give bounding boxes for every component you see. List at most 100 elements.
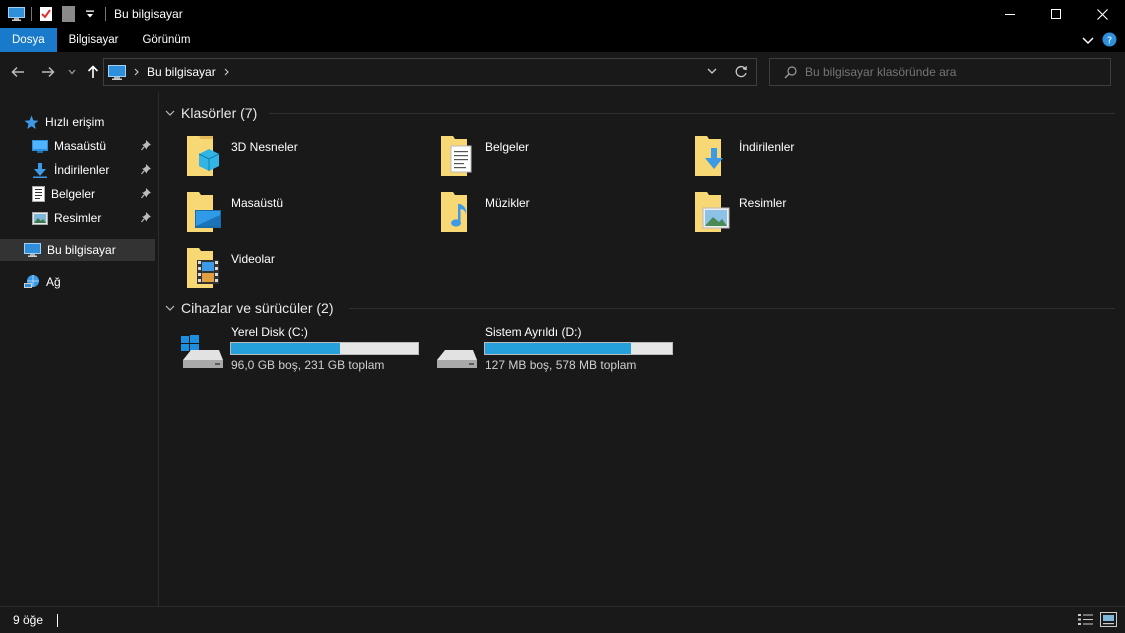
sidebar-item-network[interactable]: Ağ — [24, 271, 61, 293]
sidebar-item-label: Hızlı erişim — [45, 115, 105, 129]
sidebar-item-label: Ağ — [46, 275, 61, 289]
folder-name: Belgeler — [485, 140, 530, 154]
maximize-icon — [1051, 9, 1061, 19]
large-icons-view-button[interactable] — [1100, 612, 1117, 630]
toolbar-separator — [31, 7, 32, 21]
folder-tile[interactable]: 3D Nesneler — [159, 132, 409, 184]
quick-access-toolbar — [0, 0, 111, 28]
sidebar-item-label: Belgeler — [51, 187, 96, 201]
group-title: Klasörler (7) — [181, 105, 258, 121]
back-button[interactable] — [8, 62, 28, 82]
maximize-button[interactable] — [1033, 0, 1079, 28]
content-pane: Klasörler (7) 3D Nesneler Belgeler İndir… — [159, 92, 1125, 606]
expand-ribbon-icon[interactable] — [1082, 34, 1094, 48]
folder-tile[interactable]: Videolar — [159, 244, 409, 296]
3d-objects-folder-icon — [183, 132, 225, 180]
pin-icon[interactable] — [141, 139, 152, 154]
details-view-icon — [1078, 614, 1093, 625]
sidebar-item-desktop[interactable]: Masaüstü — [32, 135, 158, 157]
folder-name: Masaüstü — [231, 196, 284, 210]
pictures-icon — [32, 211, 48, 225]
folder-tile[interactable]: Masaüstü — [159, 188, 409, 240]
sidebar-item-pictures[interactable]: Resimler — [32, 207, 158, 229]
chevron-down-icon — [68, 69, 76, 75]
documents-folder-icon — [437, 132, 479, 180]
drive-usage-fill — [231, 343, 341, 354]
group-title: Cihazlar ve sürücüler (2) — [181, 300, 334, 316]
sidebar-item-label: Bu bilgisayar — [47, 243, 116, 257]
group-header-drives[interactable]: Cihazlar ve sürücüler (2) — [159, 297, 1125, 319]
tab-file[interactable]: Dosya — [0, 28, 57, 52]
properties-icon[interactable] — [37, 5, 55, 23]
address-bar[interactable]: Bu bilgisayar — [103, 58, 757, 86]
tab-view[interactable]: Görünüm — [130, 28, 202, 52]
folder-name: Videolar — [231, 252, 275, 266]
sidebar-item-this-pc[interactable]: Bu bilgisayar — [0, 239, 155, 261]
computer-icon — [108, 64, 126, 80]
address-history-dropdown[interactable] — [707, 68, 717, 75]
folder-name: Müzikler — [485, 196, 530, 210]
drive-tile[interactable]: Sistem Ayrıldı (D:) 127 MB boş, 578 MB t… — [413, 325, 673, 375]
close-button[interactable] — [1079, 0, 1125, 28]
drive-name: Yerel Disk (C:) — [231, 325, 308, 339]
drive-usage-fill — [485, 343, 631, 354]
status-separator — [57, 613, 59, 627]
tab-computer[interactable]: Bilgisayar — [57, 28, 131, 52]
breadcrumb-chevron-icon[interactable] — [134, 68, 139, 76]
refresh-button[interactable] — [735, 65, 748, 78]
details-view-button[interactable] — [1077, 612, 1094, 630]
sidebar-item-downloads[interactable]: İndirilenler — [32, 159, 158, 181]
navigation-bar: Bu bilgisayar — [0, 52, 1125, 92]
breadcrumb-chevron-icon[interactable] — [224, 68, 229, 76]
pin-icon[interactable] — [141, 211, 152, 226]
recent-locations-button[interactable] — [62, 62, 82, 82]
drive-space-info: 127 MB boş, 578 MB toplam — [485, 358, 637, 372]
forward-arrow-icon — [42, 66, 55, 78]
back-arrow-icon — [11, 66, 24, 78]
minimize-icon — [1005, 14, 1015, 15]
title-bar: Bu bilgisayar — [0, 0, 1125, 28]
downloads-folder-icon — [691, 132, 733, 180]
folder-tile[interactable]: Müzikler — [413, 188, 663, 240]
music-folder-icon — [437, 188, 479, 236]
status-bar: 9 öğe — [0, 606, 1125, 633]
group-header-folders[interactable]: Klasörler (7) — [159, 102, 1125, 124]
download-icon — [32, 162, 48, 178]
customize-toolbar-icon[interactable] — [81, 5, 99, 23]
computer-icon — [24, 243, 41, 257]
sidebar-item-quick-access[interactable]: Hızlı erişim — [24, 111, 104, 133]
new-folder-icon[interactable] — [59, 5, 77, 23]
forward-button[interactable] — [38, 62, 58, 82]
chevron-down-icon — [707, 68, 717, 74]
folder-tile[interactable]: Resimler — [667, 188, 917, 240]
navigation-pane: Hızlı erişim Masaüstü İndirilenler Belge… — [0, 92, 158, 606]
search-input[interactable] — [805, 65, 1105, 79]
sidebar-item-documents[interactable]: Belgeler — [32, 183, 158, 205]
drive-tile[interactable]: Yerel Disk (C:) 96,0 GB boş, 231 GB topl… — [159, 325, 419, 375]
network-icon — [24, 274, 40, 290]
desktop-icon — [32, 139, 48, 153]
breadcrumb-item[interactable]: Bu bilgisayar — [147, 65, 216, 79]
folder-name: Resimler — [739, 196, 787, 210]
folder-tile[interactable]: İndirilenler — [667, 132, 917, 184]
search-box[interactable] — [769, 58, 1111, 86]
computer-icon — [7, 5, 25, 23]
drive-icon — [433, 334, 479, 373]
folder-name: 3D Nesneler — [231, 140, 298, 154]
up-arrow-icon — [87, 65, 99, 78]
help-icon[interactable]: ? — [1102, 32, 1117, 50]
collapse-chevron-icon[interactable] — [159, 110, 181, 117]
minimize-button[interactable] — [987, 0, 1033, 28]
ribbon-tabs: Dosya Bilgisayar Görünüm ? — [0, 28, 1125, 52]
up-button[interactable] — [83, 62, 103, 82]
item-count: 9 öğe — [13, 613, 44, 627]
group-divider — [269, 113, 1115, 114]
folder-tile[interactable]: Belgeler — [413, 132, 663, 184]
collapse-chevron-icon[interactable] — [159, 305, 181, 312]
sidebar-item-label: Masaüstü — [54, 139, 107, 153]
refresh-icon — [735, 65, 747, 78]
desktop-folder-icon — [183, 188, 225, 236]
pin-icon[interactable] — [141, 187, 152, 202]
toolbar-separator — [105, 7, 106, 21]
pin-icon[interactable] — [141, 163, 152, 178]
